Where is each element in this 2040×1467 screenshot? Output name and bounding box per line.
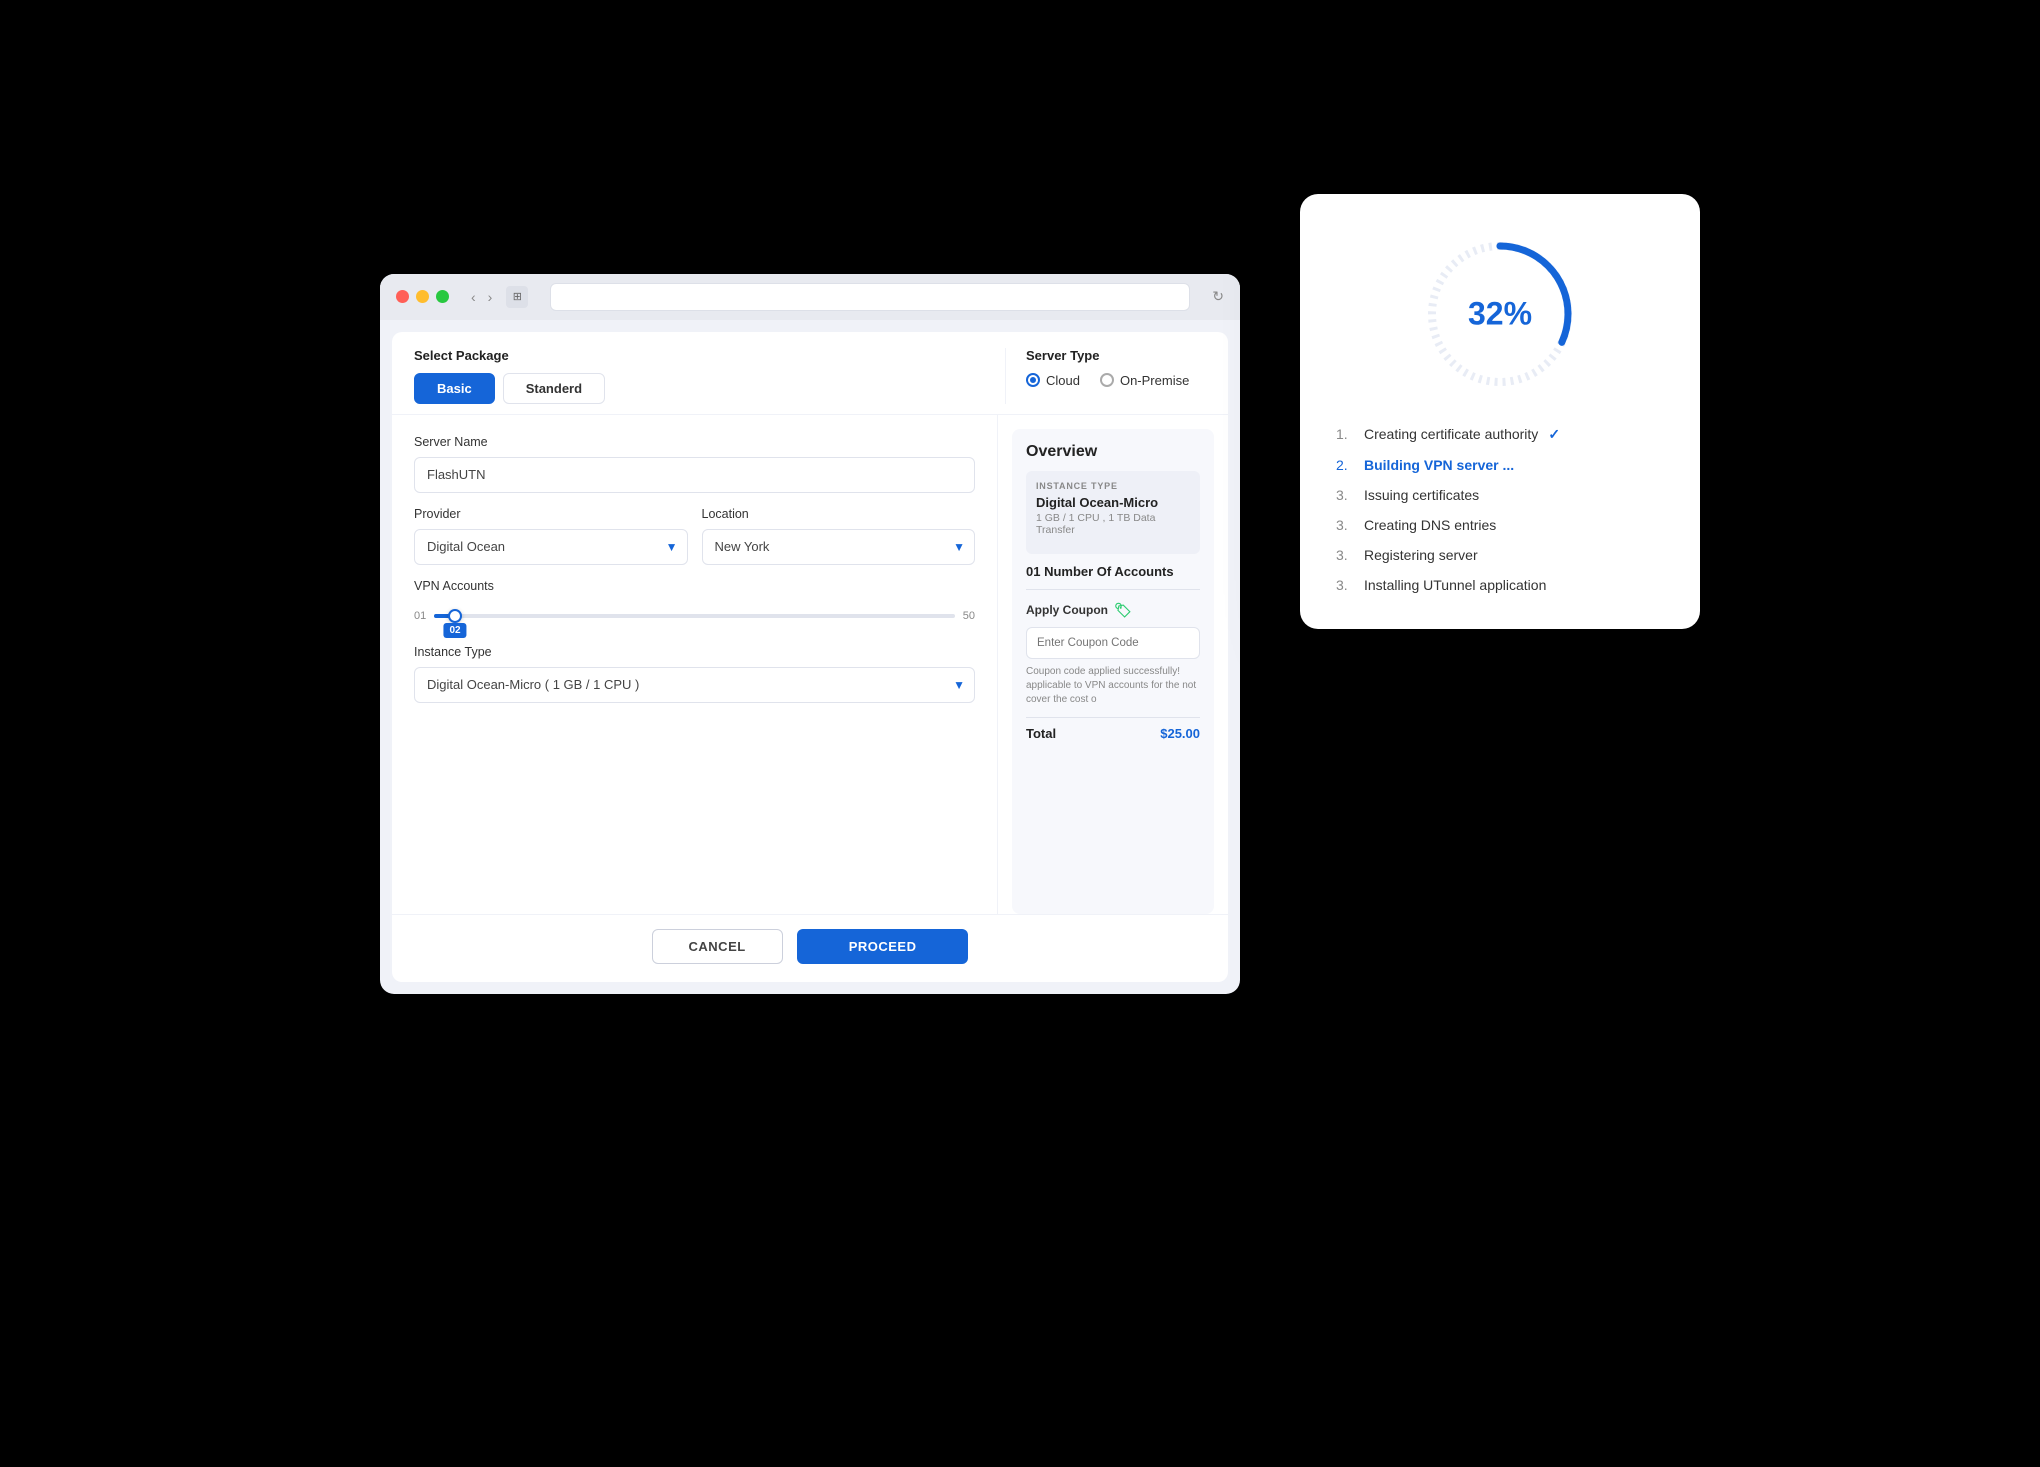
server-type-section: Server Type Cloud On-Premise <box>1006 348 1206 404</box>
select-package-label: Select Package <box>414 348 985 363</box>
browser-content: Select Package Basic Standerd Server Typ… <box>392 332 1228 982</box>
server-type-label: Server Type <box>1026 348 1206 363</box>
on-premise-radio[interactable]: On-Premise <box>1100 373 1189 388</box>
step-1-text: Creating certificate authority <box>1364 426 1538 442</box>
cancel-button[interactable]: CANCEL <box>652 929 783 964</box>
overview-title: Overview <box>1026 443 1200 461</box>
instance-type-label: Instance Type <box>414 645 975 659</box>
total-row: Total $25.00 <box>1026 717 1200 741</box>
cloud-label: Cloud <box>1046 373 1080 388</box>
step-6-number: 3. <box>1336 577 1354 593</box>
slider-min-label: 01 <box>414 610 426 622</box>
back-button[interactable]: ‹ <box>467 287 480 307</box>
provider-field: Provider Digital Ocean ▼ <box>414 507 688 565</box>
select-package-section: Select Package Basic Standerd <box>414 348 1006 404</box>
cloud-radio[interactable]: Cloud <box>1026 373 1080 388</box>
slider-track: 02 <box>434 614 955 618</box>
coupon-icon: 🏷 <box>1114 602 1132 619</box>
step-1-check-icon: ✓ <box>1548 426 1560 443</box>
on-premise-radio-circle <box>1100 373 1114 387</box>
circular-progress: 32% <box>1420 234 1580 394</box>
server-name-input[interactable] <box>414 457 975 493</box>
step-6: 3. Installing UTunnel application <box>1336 577 1664 593</box>
radio-group: Cloud On-Premise <box>1026 373 1206 388</box>
step-2: 2. Building VPN server ... <box>1336 457 1664 473</box>
vpn-accounts-label: VPN Accounts <box>414 579 975 593</box>
step-4-number: 3. <box>1336 517 1354 533</box>
standard-package-button[interactable]: Standerd <box>503 373 605 404</box>
slider-thumb[interactable] <box>448 609 462 623</box>
accounts-count: 01 Number Of Accounts <box>1026 564 1200 590</box>
step-1: 1. Creating certificate authority ✓ <box>1336 426 1664 443</box>
vpn-accounts-field: VPN Accounts 01 02 50 <box>414 579 975 631</box>
slider-max-label: 50 <box>963 610 975 622</box>
location-label: Location <box>702 507 976 521</box>
steps-list: 1. Creating certificate authority ✓ 2. B… <box>1336 426 1664 593</box>
server-name-label: Server Name <box>414 435 975 449</box>
slider-container[interactable]: 02 <box>434 601 955 631</box>
step-4: 3. Creating DNS entries <box>1336 517 1664 533</box>
provider-select[interactable]: Digital Ocean <box>414 529 688 565</box>
step-3-text: Issuing certificates <box>1364 487 1479 503</box>
address-bar[interactable] <box>550 283 1190 311</box>
overview-instance-name: Digital Ocean-Micro <box>1036 495 1190 510</box>
total-label: Total <box>1026 726 1056 741</box>
location-field: Location New York ▼ <box>702 507 976 565</box>
coupon-success-text: Coupon code applied successfully! applic… <box>1026 665 1200 707</box>
instance-type-select[interactable]: Digital Ocean-Micro ( 1 GB / 1 CPU ) <box>414 667 975 703</box>
close-traffic-light[interactable] <box>396 290 409 303</box>
instance-type-field: Instance Type Digital Ocean-Micro ( 1 GB… <box>414 645 975 703</box>
step-3-number: 3. <box>1336 487 1354 503</box>
step-1-number: 1. <box>1336 426 1354 442</box>
on-premise-label: On-Premise <box>1120 373 1189 388</box>
proceed-button[interactable]: PROCEED <box>797 929 969 964</box>
step-3: 3. Issuing certificates <box>1336 487 1664 503</box>
location-select[interactable]: New York <box>702 529 976 565</box>
step-5: 3. Registering server <box>1336 547 1664 563</box>
total-amount: $25.00 <box>1160 726 1200 741</box>
bottom-bar: CANCEL PROCEED <box>392 914 1228 982</box>
apply-coupon-label: Apply Coupon 🏷 <box>1026 602 1200 619</box>
form-body: Server Name Provider Digital Ocean ▼ <box>392 415 1228 914</box>
server-name-field: Server Name <box>414 435 975 493</box>
browser-titlebar: ‹ › ⊞ ↻ <box>380 274 1240 320</box>
provider-select-wrapper: Digital Ocean ▼ <box>414 529 688 565</box>
overview-instance-specs: 1 GB / 1 CPU , 1 TB Data Transfer <box>1036 512 1190 536</box>
coupon-input[interactable] <box>1026 627 1200 659</box>
step-2-text: Building VPN server ... <box>1364 457 1514 473</box>
provider-label: Provider <box>414 507 688 521</box>
progress-percent: 32% <box>1468 295 1532 332</box>
cloud-radio-circle <box>1026 373 1040 387</box>
instance-type-select-wrapper: Digital Ocean-Micro ( 1 GB / 1 CPU ) ▼ <box>414 667 975 703</box>
provider-location-row: Provider Digital Ocean ▼ Location <box>414 507 975 565</box>
main-form-col: Server Name Provider Digital Ocean ▼ <box>392 415 998 914</box>
traffic-lights <box>396 290 449 303</box>
step-4-text: Creating DNS entries <box>1364 517 1496 533</box>
maximize-traffic-light[interactable] <box>436 290 449 303</box>
overview-col: Overview INSTANCE TYPE Digital Ocean-Mic… <box>998 415 1228 914</box>
basic-package-button[interactable]: Basic <box>414 373 495 404</box>
package-buttons: Basic Standerd <box>414 373 985 404</box>
location-select-wrapper: New York ▼ <box>702 529 976 565</box>
step-6-text: Installing UTunnel application <box>1364 577 1546 593</box>
step-5-text: Registering server <box>1364 547 1478 563</box>
nav-buttons: ‹ › <box>467 287 496 307</box>
slider-row: 01 02 50 <box>414 601 975 631</box>
browser-window: ‹ › ⊞ ↻ Select Package Basic Standerd Se… <box>380 274 1240 994</box>
progress-card: 32% 1. Creating certificate authority ✓ … <box>1300 194 1700 629</box>
instance-type-sublabel: INSTANCE TYPE <box>1036 481 1190 491</box>
slider-tooltip: 02 <box>444 623 467 638</box>
forward-button[interactable]: › <box>484 287 497 307</box>
step-2-number: 2. <box>1336 457 1354 473</box>
reload-icon[interactable]: ↻ <box>1212 288 1224 305</box>
overview-panel: Overview INSTANCE TYPE Digital Ocean-Mic… <box>1012 429 1214 914</box>
minimize-traffic-light[interactable] <box>416 290 429 303</box>
sidebar-toggle-icon[interactable]: ⊞ <box>506 286 528 308</box>
step-5-number: 3. <box>1336 547 1354 563</box>
